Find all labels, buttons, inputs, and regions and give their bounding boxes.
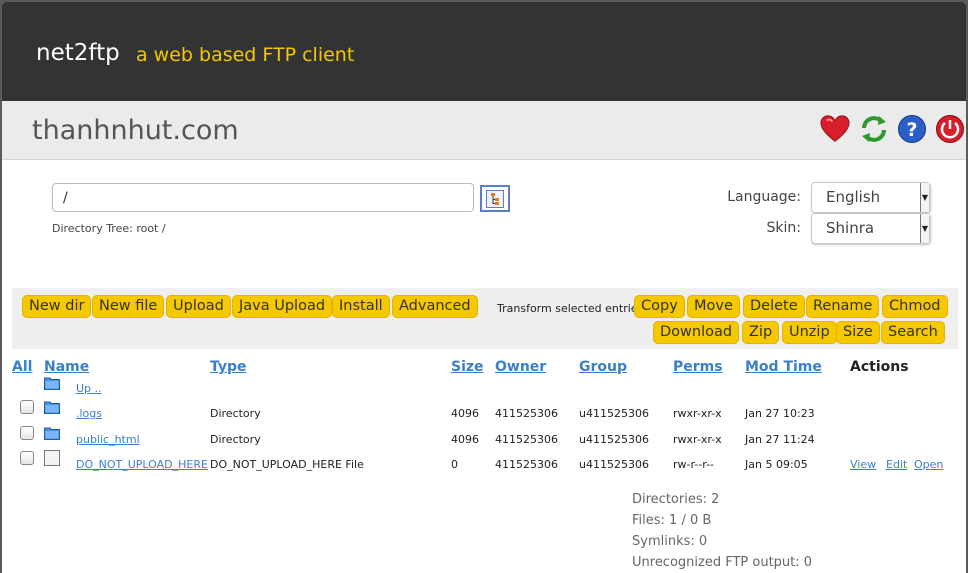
new-file-button[interactable]: New file: [92, 295, 165, 318]
row-checkbox[interactable]: [20, 426, 34, 440]
file-perms: rwxr-xr-x: [673, 407, 722, 420]
file-perms: rwxr-xr-x: [673, 433, 722, 446]
file-group: u411525306: [579, 407, 649, 420]
file-perms: rw-r--r--: [673, 458, 715, 471]
advanced-button[interactable]: Advanced: [392, 295, 478, 318]
file-group: u411525306: [579, 433, 649, 446]
site-name: thanhnhut.com: [32, 115, 239, 146]
site-bar: thanhnhut.com ?: [2, 101, 966, 160]
directory-input[interactable]: [52, 183, 474, 212]
upload-button[interactable]: Upload: [166, 295, 231, 318]
edit-link[interactable]: Edit: [886, 458, 907, 471]
app-tagline: a web based FTP client: [136, 44, 355, 66]
directory-tree-label: Directory Tree: root /: [52, 222, 166, 235]
file-owner: 411525306: [495, 407, 558, 420]
file-name-link[interactable]: .logs: [76, 407, 102, 420]
file-group: u411525306: [579, 458, 649, 471]
stat-symlinks: Symlinks: 0: [632, 534, 708, 549]
sort-modtime-header[interactable]: Mod Time: [745, 359, 822, 375]
file-size: 4096: [451, 407, 479, 420]
rename-button[interactable]: Rename: [806, 295, 880, 318]
tree-icon: [486, 189, 504, 208]
search-button[interactable]: Search: [881, 321, 945, 344]
sort-perms-header[interactable]: Perms: [673, 359, 723, 375]
help-icon[interactable]: ?: [897, 114, 927, 144]
heart-icon[interactable]: [820, 114, 850, 144]
download-button[interactable]: Download: [653, 321, 740, 344]
file-size: 4096: [451, 433, 479, 446]
move-button[interactable]: Move: [687, 295, 740, 318]
file-modtime: Jan 27 11:24: [745, 433, 815, 446]
chevron-down-icon: ▼: [920, 183, 929, 212]
transform-label: Transform selected entries:: [497, 302, 647, 315]
skin-select[interactable]: Shinra ▼: [811, 213, 930, 244]
power-icon[interactable]: [935, 114, 965, 144]
skin-value: Shinra: [826, 219, 875, 237]
directory-tree-button[interactable]: [480, 185, 510, 212]
app-window: net2ftp a web based FTP client thanhnhut…: [2, 2, 966, 573]
file-owner: 411525306: [495, 458, 558, 471]
up-link[interactable]: Up ..: [76, 382, 102, 395]
stat-files: Files: 1 / 0 B: [632, 513, 712, 528]
chevron-down-icon: ▼: [920, 214, 929, 243]
svg-text:?: ?: [906, 119, 917, 141]
file-type: Directory: [210, 433, 261, 446]
row-checkbox[interactable]: [20, 400, 34, 414]
header-bar: net2ftp a web based FTP client: [2, 2, 966, 101]
stat-directories: Directories: 2: [632, 492, 720, 507]
new-dir-button[interactable]: New dir: [22, 295, 92, 318]
file-type: Directory: [210, 407, 261, 420]
app-name: net2ftp: [36, 40, 120, 66]
file-size: 0: [451, 458, 458, 471]
file-modtime: Jan 27 10:23: [745, 407, 815, 420]
copy-button[interactable]: Copy: [634, 295, 685, 318]
file-modtime: Jan 5 09:05: [745, 458, 808, 471]
sort-name-header[interactable]: Name: [44, 359, 89, 375]
size-button[interactable]: Size: [836, 321, 880, 344]
sort-type-header[interactable]: Type: [210, 359, 247, 375]
java-upload-button[interactable]: Java Upload: [232, 295, 333, 318]
folder-icon: [44, 377, 60, 390]
file-icon: [44, 450, 60, 466]
sort-size-header[interactable]: Size: [451, 359, 484, 375]
refresh-icon[interactable]: [859, 114, 889, 144]
file-name-link[interactable]: DO_NOT_UPLOAD_HERE: [76, 458, 208, 471]
open-link[interactable]: Open: [914, 458, 943, 471]
skin-label: Skin:: [766, 220, 801, 236]
stat-unrecognized: Unrecognized FTP output: 0: [632, 555, 813, 570]
sort-group-header[interactable]: Group: [579, 359, 627, 375]
sort-owner-header[interactable]: Owner: [495, 359, 546, 375]
select-all-link[interactable]: All: [12, 359, 32, 375]
file-type: DO_NOT_UPLOAD_HERE File: [210, 458, 364, 471]
file-owner: 411525306: [495, 433, 558, 446]
delete-button[interactable]: Delete: [743, 295, 805, 318]
file-name-link[interactable]: public_html: [76, 433, 140, 446]
zip-button[interactable]: Zip: [742, 321, 780, 344]
language-label: Language:: [727, 189, 801, 205]
install-button[interactable]: Install: [332, 295, 390, 318]
chmod-button[interactable]: Chmod: [882, 295, 948, 318]
folder-icon: [44, 427, 60, 440]
actions-header: Actions: [850, 359, 909, 375]
view-link[interactable]: View: [850, 458, 876, 471]
language-value: English: [826, 188, 881, 206]
folder-icon: [44, 401, 60, 414]
unzip-button[interactable]: Unzip: [782, 321, 837, 344]
row-checkbox[interactable]: [20, 451, 34, 465]
language-select[interactable]: English ▼: [811, 182, 930, 213]
